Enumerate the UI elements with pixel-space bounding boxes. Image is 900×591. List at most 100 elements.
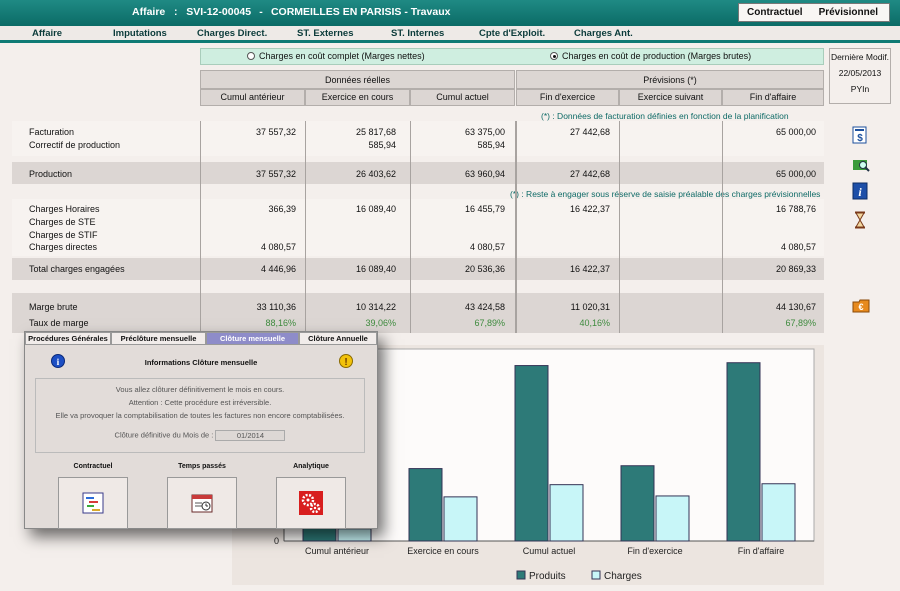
cell: 63 960,94 xyxy=(464,169,505,179)
row-label: Charges Horaires xyxy=(29,204,100,214)
svg-text:€: € xyxy=(858,302,863,312)
cell: 16 089,40 xyxy=(355,264,396,274)
x-tick-label: Fin d'affaire xyxy=(738,546,785,556)
cloture-month-label: Clôture définitive du Mois de : xyxy=(114,430,214,440)
x-tick-label: Cumul antérieur xyxy=(305,546,369,556)
note-facturation: (*) : Données de facturation définies en… xyxy=(541,111,789,121)
contractuel-button[interactable]: Contractuel xyxy=(739,7,811,18)
cell: 585,94 xyxy=(368,140,396,150)
action-label-contractuel: Contractuel xyxy=(73,463,113,470)
cloture-dialog: Procédures Générales Préclôture mensuell… xyxy=(24,331,378,529)
svg-text:$: $ xyxy=(857,133,863,144)
tab-cloture-mensuelle[interactable]: Clôture mensuelle xyxy=(206,332,299,345)
x-tick-label: Cumul actuel xyxy=(523,546,576,556)
cell: 67,89% xyxy=(474,318,505,328)
dialog-body: i Informations Clôture mensuelle ! Vous … xyxy=(25,345,377,529)
cell: 44 130,67 xyxy=(775,302,816,312)
tab-cloture-annuelle[interactable]: Clôture Annuelle xyxy=(299,332,377,345)
menu-cpte-exploit[interactable]: Cpte d'Exploit. xyxy=(479,28,545,39)
cell: 65 000,00 xyxy=(775,127,816,137)
last-modif-date: 22/05/2013 xyxy=(838,68,882,78)
euro-folder-icon[interactable]: € xyxy=(852,298,870,314)
header-exercice-en-cours: Exercice en cours xyxy=(305,89,410,106)
affaire-title: Affaire : SVI-12-00045 - CORMEILLES EN P… xyxy=(132,6,450,18)
cloture-month-field[interactable]: 01/2014 xyxy=(215,430,286,441)
legend-label-charges: Charges xyxy=(604,571,642,582)
last-modification-box: Dernière Modif. 22/05/2013 PYIn xyxy=(829,48,891,104)
affaire-code: SVI-12-00045 xyxy=(186,6,252,18)
search-folder-icon[interactable] xyxy=(852,156,870,172)
cell: 585,94 xyxy=(477,140,505,150)
bar-charges xyxy=(337,528,372,542)
previsionnel-button[interactable]: Prévisionnel xyxy=(811,7,886,18)
action-label-temps-passes: Temps passés xyxy=(178,463,226,470)
radio-cout-production[interactable]: Charges en coût de production (Marges br… xyxy=(550,51,751,61)
bar-charges xyxy=(655,495,690,542)
affaire-sep: : xyxy=(174,6,178,18)
temps-passes-action-button[interactable] xyxy=(167,477,237,529)
warning-icon: ! xyxy=(339,354,353,368)
tab-precloture-mensuelle[interactable]: Préclôture mensuelle xyxy=(111,332,206,345)
affaire-label: Affaire xyxy=(132,6,166,18)
header-cumul-anterieur: Cumul antérieur xyxy=(200,89,305,106)
menu-charges-ant[interactable]: Charges Ant. xyxy=(574,28,633,39)
contractuel-action-button[interactable] xyxy=(58,477,128,529)
cell: 37 557,32 xyxy=(255,169,296,179)
menu-affaire[interactable]: Affaire xyxy=(32,28,62,39)
title-dash: - xyxy=(259,6,263,18)
cell: 65 000,00 xyxy=(775,169,816,179)
legend-swatch-produits xyxy=(516,570,526,580)
cell: 27 442,68 xyxy=(569,169,610,179)
analytique-action-button[interactable] xyxy=(276,477,346,529)
header-donnees-reelles: Données réelles xyxy=(200,70,515,89)
gantt-chart-icon xyxy=(82,492,104,514)
cell: 366,39 xyxy=(268,204,296,214)
col-divider xyxy=(619,121,620,333)
y-tick-label: 0 xyxy=(274,536,279,546)
menu-imputations[interactable]: Imputations xyxy=(113,28,167,39)
legend-swatch-charges xyxy=(591,570,601,580)
menu-st-externes[interactable]: ST. Externes xyxy=(297,28,354,39)
title-bar: Affaire : SVI-12-00045 - CORMEILLES EN P… xyxy=(0,0,900,26)
cell: 40,16% xyxy=(579,318,610,328)
dialog-line-1: Vous allez clôturer définitivement le mo… xyxy=(115,385,285,394)
cell: 43 424,58 xyxy=(464,302,505,312)
cloture-month-row: Clôture définitive du Mois de : 01/2014 xyxy=(36,430,364,441)
menu-charges-direct[interactable]: Charges Direct. xyxy=(197,28,267,39)
invoice-dollar-icon[interactable]: $ xyxy=(852,126,868,144)
cell: 63 375,00 xyxy=(464,127,505,137)
radio-circle-icon xyxy=(247,52,255,60)
mode-switch: Contractuel Prévisionnel xyxy=(738,3,890,22)
row-label: Correctif de production xyxy=(29,140,121,150)
bar-produits xyxy=(620,465,655,542)
cell: 33 110,36 xyxy=(256,302,296,312)
hourglass-icon[interactable] xyxy=(852,211,868,229)
x-tick-label: Exercice en cours xyxy=(407,546,479,556)
tab-procedures-generales[interactable]: Procédures Générales xyxy=(25,332,111,345)
cell: 20 536,36 xyxy=(464,264,505,274)
row-label: Total charges engagées xyxy=(29,264,125,274)
radio-cout-complet[interactable]: Charges en coût complet (Marges nettes) xyxy=(247,51,425,61)
cell: 37 557,32 xyxy=(255,127,296,137)
info-icon[interactable]: i xyxy=(852,182,868,200)
cell: 67,89% xyxy=(785,318,816,328)
header-exercice-suivant: Exercice suivant xyxy=(619,89,722,106)
cell: 4 446,96 xyxy=(260,264,296,274)
header-previsions: Prévisions (*) xyxy=(516,70,824,89)
bar-produits xyxy=(726,362,761,542)
action-label-analytique: Analytique xyxy=(293,463,329,470)
radio-cout-production-label: Charges en coût de production (Marges br… xyxy=(562,51,752,61)
legend-label-produits: Produits xyxy=(529,571,566,582)
bar-charges xyxy=(549,484,584,542)
menu-st-internes[interactable]: ST. Internes xyxy=(391,28,444,39)
calc-mode-radio-group: Charges en coût complet (Marges nettes) … xyxy=(200,48,824,65)
dialog-message-box: Vous allez clôturer définitivement le mo… xyxy=(35,378,365,453)
row-label-charges-ste: Charges de STE xyxy=(29,217,96,227)
affaire-name: CORMEILLES EN PARISIS - Travaux xyxy=(270,6,451,18)
dialog-line-2: Attention : Cette procédure est irrévers… xyxy=(128,398,272,407)
last-modif-label: Dernière Modif. xyxy=(830,52,890,62)
note-reste-engager: (*) : Reste à engager sous réserve de sa… xyxy=(510,189,821,199)
cell: 11 020,31 xyxy=(570,302,610,312)
dialog-title: Informations Clôture mensuelle xyxy=(144,358,258,367)
cell: 16 455,79 xyxy=(464,204,505,214)
